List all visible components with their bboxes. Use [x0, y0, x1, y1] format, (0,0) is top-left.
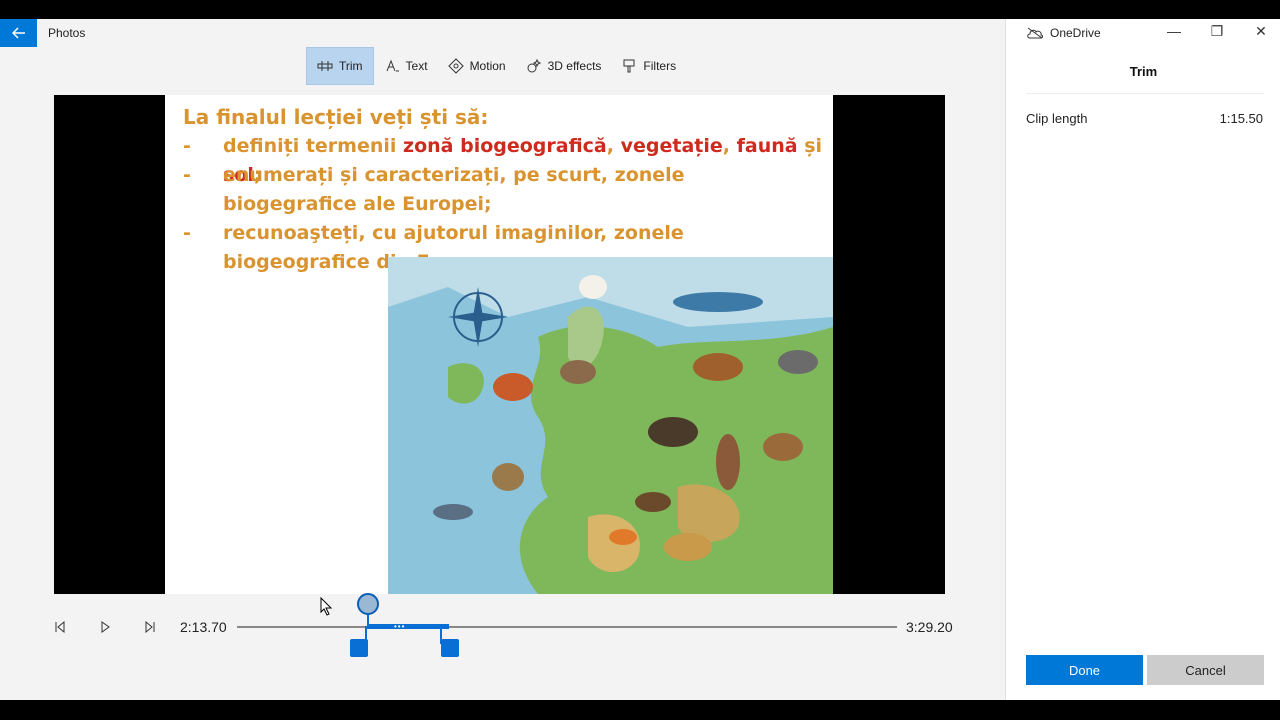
clip-length-label: Clip length	[1026, 111, 1088, 126]
onedrive-status[interactable]: OneDrive	[1026, 26, 1101, 40]
bullet-text: enumerați și caracterizați, pe scurt, zo…	[223, 164, 685, 215]
restore-button[interactable]: ❐	[1207, 23, 1227, 40]
play-icon	[101, 621, 110, 633]
back-arrow-icon	[11, 27, 25, 39]
playhead-handle[interactable]	[357, 593, 379, 615]
motion-icon	[447, 58, 464, 74]
slide-title: La finalul lecției veți ști să:	[183, 105, 489, 129]
bullet-text-part: ,	[606, 135, 621, 157]
tab-text-label: Text	[405, 59, 428, 73]
bullet-dash: -	[183, 222, 191, 244]
onedrive-label: OneDrive	[1050, 26, 1101, 40]
editor-toolbar: Trim Text Motion 3D effects Filters	[306, 47, 686, 85]
playhead-stem	[367, 613, 369, 627]
pane-divider	[1026, 93, 1264, 94]
highlight-term: zonă biogeografică	[403, 135, 607, 157]
playback-controls: 2:13.70 ••• 3:29.20	[0, 593, 1000, 674]
back-button[interactable]	[0, 19, 37, 47]
clip-length-value: 1:15.50	[1219, 111, 1263, 126]
trim-end-time: 3:29.20	[906, 619, 953, 635]
previous-frame-icon	[55, 621, 65, 633]
previous-frame-button[interactable]	[50, 617, 70, 637]
europe-fauna-map-image	[388, 257, 833, 594]
photos-app-window: Photos Trim Text Motion 3D effects Filte…	[0, 19, 1280, 700]
next-frame-icon	[145, 621, 155, 633]
tab-motion[interactable]: Motion	[438, 47, 516, 85]
trim-selection-grip: •••	[394, 622, 406, 631]
bullet-text-part: și	[797, 135, 823, 157]
slide-frame: La finalul lecției veți ști să: - defini…	[165, 95, 833, 594]
timeline-track[interactable]	[237, 626, 897, 628]
play-button[interactable]	[95, 617, 115, 637]
mouse-cursor	[320, 596, 334, 622]
trim-selection[interactable]	[367, 624, 449, 629]
tab-motion-label: Motion	[469, 59, 506, 73]
tab-text[interactable]: Text	[374, 47, 438, 85]
tab-3d-effects[interactable]: 3D effects	[516, 47, 612, 85]
close-button[interactable]: ✕	[1251, 23, 1271, 40]
tab-3d-effects-label: 3D effects	[547, 59, 602, 73]
minimize-button[interactable]: —	[1164, 23, 1184, 39]
trim-end-handle[interactable]	[441, 639, 459, 657]
next-frame-button[interactable]	[140, 617, 160, 637]
filters-icon	[623, 59, 635, 73]
highlight-term: faună	[736, 135, 798, 157]
cancel-button[interactable]: Cancel	[1147, 655, 1264, 685]
bullet-text-part: ,	[722, 135, 737, 157]
text-icon	[386, 59, 399, 72]
trim-icon	[317, 61, 333, 71]
app-title: Photos	[48, 26, 86, 40]
tab-filters-label: Filters	[643, 59, 677, 73]
trim-start-time: 2:13.70	[180, 619, 227, 635]
video-preview[interactable]: La finalul lecției veți ști să: - defini…	[54, 95, 945, 594]
trim-start-handle[interactable]	[350, 639, 368, 657]
tab-trim[interactable]: Trim	[306, 47, 374, 85]
highlight-term: vegetație	[620, 135, 723, 157]
bullet-dash: -	[183, 164, 191, 186]
done-button[interactable]: Done	[1026, 655, 1143, 685]
onedrive-cloud-icon	[1027, 27, 1043, 39]
3d-effects-icon	[527, 58, 541, 73]
tab-trim-label: Trim	[339, 59, 363, 73]
trim-side-pane: OneDrive — ❐ ✕ Trim Clip length 1:15.50 …	[1005, 19, 1280, 700]
tab-filters[interactable]: Filters	[611, 47, 686, 85]
bullet-text-part: definiți termenii	[223, 135, 404, 157]
pane-title: Trim	[1129, 64, 1158, 79]
bullet-dash: -	[183, 135, 191, 157]
